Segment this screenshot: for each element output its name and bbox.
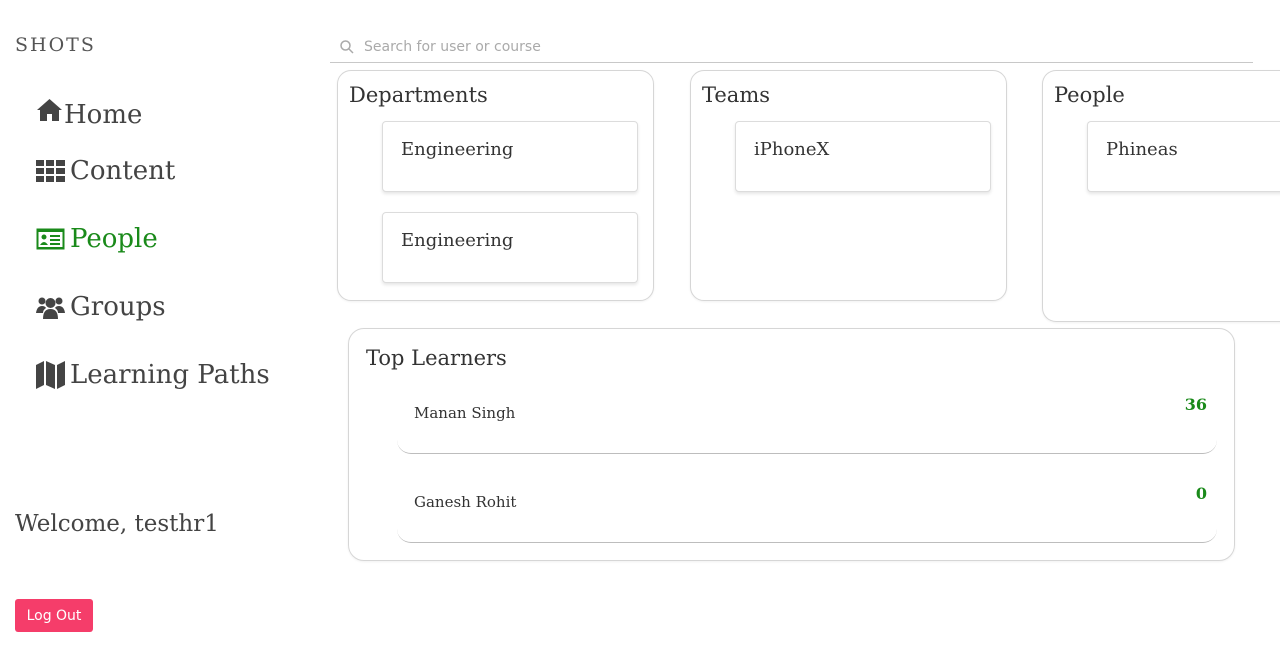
nav-item-people[interactable]: People [36,205,270,273]
department-card[interactable]: Engineering [382,121,638,192]
learner-row[interactable]: Manan Singh 36 [397,364,1217,454]
people-panel: People Phineas [1042,70,1280,322]
department-card[interactable]: Engineering [382,212,638,283]
users-icon [36,295,70,319]
nav-label-home: Home [64,99,143,130]
sidebar-nav: Home Content People Groups Learning Path… [36,92,270,409]
learner-score: 0 [1195,484,1207,503]
learner-name: Manan Singh [414,404,516,422]
top-learners-panel: Top Learners Manan Singh 36 Ganesh Rohit… [348,328,1235,561]
grid-icon [36,160,70,182]
welcome-text: Welcome, testhr1 [15,511,219,537]
teams-panel: Teams iPhoneX [690,70,1007,301]
nav-label-people: People [70,224,158,254]
learner-score: 36 [1184,395,1207,414]
learner-name: Ganesh Rohit [414,493,517,511]
home-icon [36,98,64,122]
people-title: People [1054,83,1125,107]
teams-title: Teams [702,83,771,107]
brand-logo: SHOTS [15,34,96,56]
nav-item-groups[interactable]: Groups [36,273,270,341]
departments-panel: Departments Engineering Engineering [337,70,654,301]
departments-title: Departments [349,83,488,107]
nav-label-content: Content [70,156,176,186]
search-bar [330,32,1253,63]
map-icon [36,361,70,389]
search-input[interactable] [362,38,1253,56]
team-card[interactable]: iPhoneX [735,121,991,192]
learner-row[interactable]: Ganesh Rohit 0 [397,453,1217,543]
id-card-icon [36,228,70,250]
nav-item-learning-paths[interactable]: Learning Paths [36,341,270,409]
nav-label-groups: Groups [70,292,166,322]
search-icon [340,40,354,54]
nav-item-home[interactable]: Home [36,92,270,137]
logout-button[interactable]: Log Out [15,599,93,632]
nav-item-content[interactable]: Content [36,137,270,205]
nav-label-learning-paths: Learning Paths [70,360,270,390]
person-card[interactable]: Phineas [1087,121,1280,192]
